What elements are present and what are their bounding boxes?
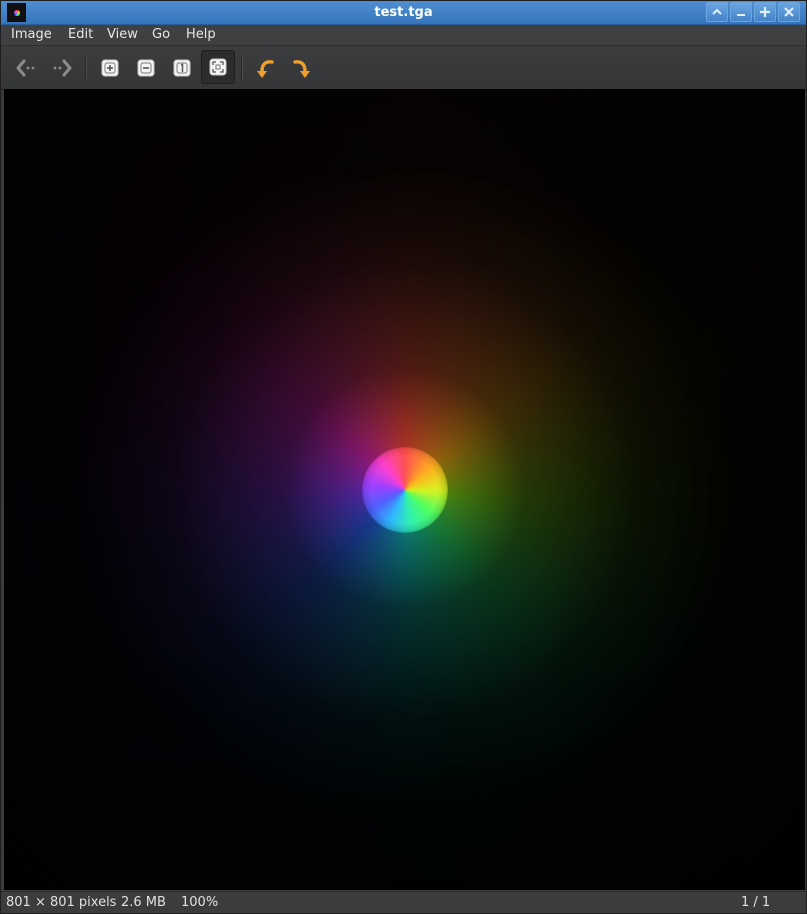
menu-image[interactable]: Image: [11, 26, 52, 44]
menu-view[interactable]: View: [107, 26, 138, 44]
title-bar[interactable]: test.tga: [1, 1, 806, 25]
back-button[interactable]: [9, 51, 43, 85]
minimize-icon: [737, 14, 745, 16]
back-icon: [16, 59, 35, 77]
rotate-right-button[interactable]: [285, 51, 319, 85]
rotate-right-icon: [293, 60, 310, 78]
zoom-out-icon: [137, 59, 155, 77]
status-dimensions: 801 × 801 pixels: [6, 895, 117, 910]
maximize-icon: [760, 7, 770, 17]
toolbar-separator: [85, 56, 87, 80]
status-bar: 801 × 801 pixels 2.6 MB 100% 1 / 1: [1, 891, 806, 913]
image-canvas[interactable]: [4, 89, 805, 890]
forward-icon: [53, 59, 72, 77]
toolbar-separator: [241, 56, 243, 80]
menu-bar: Image Edit View Go Help: [1, 25, 806, 45]
image-viewer-window: test.tga Image Edit View Go Help 801 × 8…: [0, 0, 807, 914]
close-button[interactable]: [778, 2, 800, 22]
window-title: test.tga: [374, 5, 433, 20]
zoom-original-button[interactable]: [165, 51, 199, 85]
status-zoom: 100%: [181, 895, 219, 910]
minimize-button[interactable]: [730, 2, 752, 22]
status-file-size: 2.6 MB: [121, 895, 166, 910]
zoom-fit-icon: [209, 58, 227, 76]
forward-button[interactable]: [45, 51, 79, 85]
menu-edit[interactable]: Edit: [68, 26, 93, 44]
close-icon: [784, 7, 794, 17]
shade-button[interactable]: [706, 2, 728, 22]
maximize-button[interactable]: [754, 2, 776, 22]
toolbar: [1, 45, 806, 90]
menu-help[interactable]: Help: [186, 26, 216, 44]
zoom-in-icon: [101, 59, 119, 77]
rotate-left-button[interactable]: [249, 51, 283, 85]
zoom-out-button[interactable]: [129, 51, 163, 85]
rotate-left-icon: [257, 60, 274, 78]
menu-go[interactable]: Go: [152, 26, 170, 44]
image-color-wheel-core: [362, 447, 448, 533]
zoom-fit-button[interactable]: [201, 50, 235, 84]
status-page-counter: 1 / 1: [741, 895, 771, 910]
zoom-original-icon: [173, 59, 191, 77]
zoom-in-button[interactable]: [93, 51, 127, 85]
shade-icon: [712, 8, 722, 15]
